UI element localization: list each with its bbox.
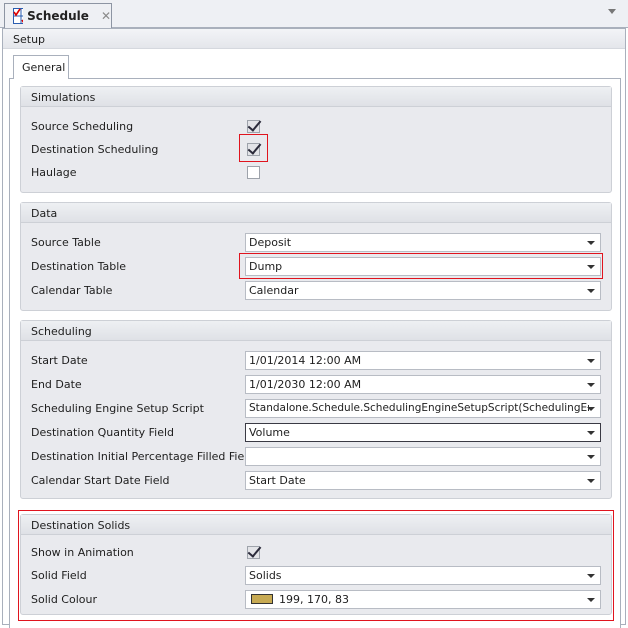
highlight-box — [239, 253, 603, 279]
setup-header: Setup — [3, 29, 625, 49]
combo-value: Start Date — [249, 473, 306, 487]
combo-value: Calendar — [249, 283, 299, 297]
chevron-down-icon — [587, 358, 595, 363]
highlight-box — [18, 510, 614, 621]
label-destination-table: Destination Table — [31, 259, 127, 273]
source-scheduling-checkbox[interactable] — [247, 119, 260, 133]
chevron-down-icon — [587, 382, 595, 387]
combo-value: Volume — [249, 425, 290, 439]
end-date-combo[interactable]: 1/01/2030 12:00 AM — [245, 374, 601, 394]
chevron-down-icon — [587, 288, 595, 293]
chevron-down-icon — [587, 454, 595, 459]
group-scheduling: Scheduling Start Date 1/01/2014 12:00 AM … — [20, 320, 612, 499]
label-calendar-start-date-field: Calendar Start Date Field — [31, 473, 170, 487]
calendar-table-combo[interactable]: Calendar — [245, 280, 601, 300]
combo-value: Deposit — [249, 235, 292, 249]
document-tab-bar: Schedule ✕ — [0, 0, 628, 28]
label-source-table: Source Table — [31, 235, 101, 249]
tab-list-dropdown-icon[interactable] — [608, 9, 616, 14]
close-icon[interactable]: ✕ — [101, 9, 111, 23]
tab-general[interactable]: General — [13, 55, 69, 79]
group-title: Scheduling — [21, 321, 611, 341]
group-simulations: Simulations Source Scheduling Destinatio… — [20, 86, 612, 193]
label-start-date: Start Date — [31, 353, 88, 367]
combo-value: Standalone.Schedule.SchedulingEngineSetu… — [249, 402, 589, 414]
calendar-start-date-field-combo[interactable]: Start Date — [245, 470, 601, 490]
initial-percentage-filled-combo[interactable] — [245, 446, 601, 466]
group-title: Data — [21, 203, 611, 223]
chevron-down-icon — [587, 478, 595, 483]
schedule-panel: Setup General Simulations Source Schedul… — [2, 28, 626, 628]
destination-quantity-field-combo[interactable]: Volume — [245, 422, 601, 442]
group-title: Simulations — [21, 87, 611, 107]
label-initial-percentage-filled: Destination Initial Percentage Filled Fi… — [31, 449, 255, 463]
label-calendar-table: Calendar Table — [31, 283, 113, 297]
haulage-checkbox[interactable] — [247, 165, 260, 179]
label-destination-scheduling: Destination Scheduling — [31, 142, 159, 156]
combo-value: 1/01/2030 12:00 AM — [249, 377, 362, 391]
label-haulage: Haulage — [31, 165, 77, 179]
engine-setup-script-combo[interactable]: Standalone.Schedule.SchedulingEngineSetu… — [245, 398, 601, 418]
chevron-down-icon — [587, 406, 595, 411]
document-tab-schedule[interactable]: Schedule ✕ — [4, 3, 112, 28]
start-date-combo[interactable]: 1/01/2014 12:00 AM — [245, 350, 601, 370]
label-destination-quantity-field: Destination Quantity Field — [31, 425, 175, 439]
schedule-grid-check-icon — [13, 8, 24, 24]
label-source-scheduling: Source Scheduling — [31, 119, 134, 133]
highlight-box — [239, 134, 268, 162]
chevron-down-icon — [587, 430, 595, 435]
combo-value: 1/01/2014 12:00 AM — [249, 353, 362, 367]
label-end-date: End Date — [31, 377, 82, 391]
general-tab-page: Simulations Source Scheduling Destinatio… — [9, 78, 621, 628]
chevron-down-icon — [587, 240, 595, 245]
label-engine-setup-script: Scheduling Engine Setup Script — [31, 401, 204, 415]
document-tab-title: Schedule — [27, 9, 89, 23]
source-table-combo[interactable]: Deposit — [245, 232, 601, 252]
